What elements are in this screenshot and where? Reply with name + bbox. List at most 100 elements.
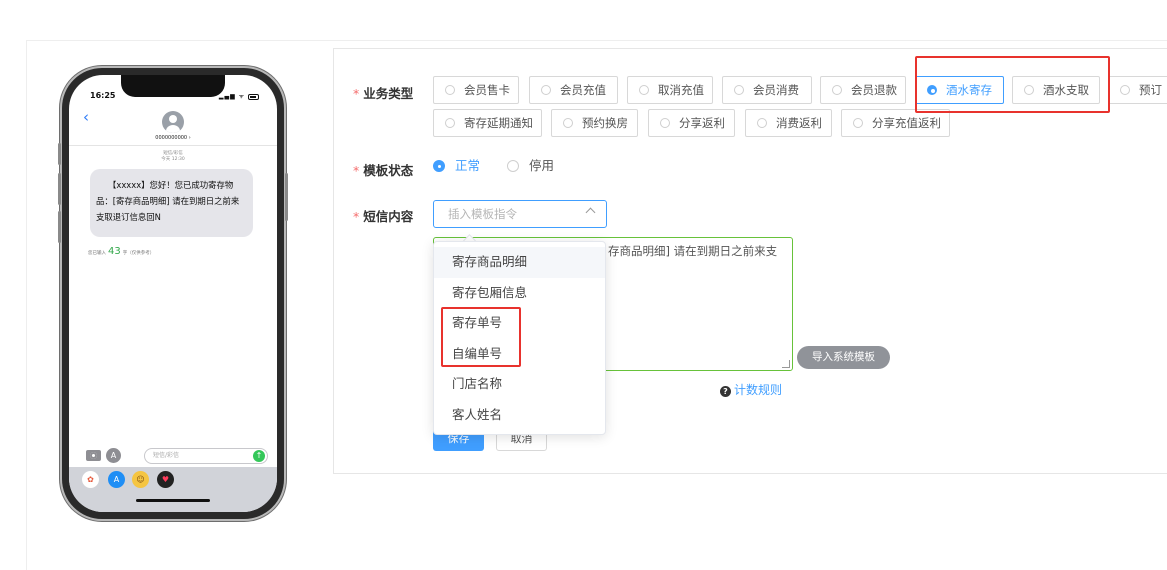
appstore-icon[interactable]: A: [106, 448, 121, 463]
signal-wifi-icon: ▂▄▆ ᯤ: [218, 93, 246, 100]
resize-grip-icon[interactable]: [782, 360, 790, 368]
radio-icon: [445, 118, 455, 128]
char-count-suffix: 字（仅供参考）: [122, 251, 155, 256]
status-radio-disabled[interactable]: 停用: [507, 158, 554, 174]
business-type-label: 会员退款: [851, 83, 897, 97]
imessage-placeholder: 短信/彩信: [153, 452, 180, 459]
business-type-label: 寄存延期通知: [464, 116, 533, 130]
camera-icon[interactable]: [86, 450, 101, 461]
business-type-option[interactable]: 会员退款: [820, 76, 906, 104]
heart-icon[interactable]: ♥: [157, 471, 174, 488]
business-type-option[interactable]: 消费返利: [745, 109, 832, 137]
sms-content-label-text: 短信内容: [363, 209, 414, 224]
char-count-value: 43: [108, 246, 121, 257]
message-bubble: 【xxxxx】您好！您已成功寄存物品：[寄存商品明细] 请在到期日之前来支取退订…: [90, 169, 253, 237]
radio-icon: [1120, 85, 1130, 95]
radio-icon: [853, 118, 863, 128]
appstore-icon[interactable]: A: [108, 471, 125, 488]
status-radio-normal[interactable]: 正常: [433, 158, 480, 174]
phone-notch: [121, 75, 225, 97]
contact-number[interactable]: 0000000000 ›: [69, 135, 277, 141]
home-indicator: [136, 499, 210, 502]
required-asterisk: *: [353, 209, 360, 224]
business-type-label: 消费返利: [776, 116, 822, 130]
status-label: 正常: [455, 158, 481, 173]
status-icons: ▂▄▆ ᯤ: [219, 92, 259, 100]
business-type-label: 会员消费: [753, 83, 799, 97]
business-type-label: 预订: [1139, 83, 1162, 97]
radio-icon: [734, 85, 744, 95]
app-dock: ✿ A ☺ ♥: [69, 467, 277, 512]
business-type-option[interactable]: 分享返利: [648, 109, 735, 137]
dropdown-option[interactable]: 自编单号: [434, 339, 605, 370]
business-type-option[interactable]: 会员充值: [529, 76, 618, 104]
business-type-option[interactable]: 分享充值返利: [841, 109, 950, 137]
template-command-select[interactable]: 插入模板指令: [433, 200, 607, 228]
photos-icon[interactable]: ✿: [82, 471, 99, 488]
business-type-option[interactable]: 会员售卡: [433, 76, 519, 104]
business-type-label: 会员售卡: [464, 83, 510, 97]
select-placeholder: 插入模板指令: [448, 207, 517, 221]
imessage-field[interactable]: 短信/彩信 ↑: [144, 448, 268, 464]
count-rule-link[interactable]: ? 计数规则: [720, 381, 782, 398]
header-divider: [69, 145, 277, 146]
char-count-prefix: 您已输入: [88, 251, 106, 256]
battery-icon: [248, 93, 259, 100]
template-status-label: * 模板状态: [353, 160, 413, 179]
back-chevron-icon[interactable]: ‹: [83, 110, 89, 125]
radio-icon: [660, 118, 670, 128]
message-time: 今天 12:30: [161, 157, 185, 162]
radio-icon: [639, 85, 649, 95]
contact-avatar: [162, 111, 184, 133]
status-time: 16:25: [90, 91, 116, 100]
business-type-option[interactable]: 会员消费: [722, 76, 812, 104]
business-type-label-text: 业务类型: [363, 86, 414, 101]
radio-icon: [757, 118, 767, 128]
radio-icon: [832, 85, 842, 95]
dropdown-option[interactable]: 寄存单号: [434, 308, 605, 339]
radio-icon: [541, 85, 551, 95]
count-rule-text: 计数规则: [734, 383, 783, 397]
radio-icon: [1024, 85, 1034, 95]
template-status-label-text: 模板状态: [363, 163, 414, 178]
sms-content-label: * 短信内容: [353, 206, 413, 225]
business-type-label: 分享充值返利: [872, 116, 941, 130]
status-label: 停用: [529, 158, 555, 173]
help-icon: ?: [720, 386, 731, 397]
dropdown-option[interactable]: 寄存商品明细: [434, 247, 605, 278]
import-system-template-button[interactable]: 导入系统模板: [797, 346, 890, 369]
phone-preview: 16:25 ▂▄▆ ᯤ ‹ 0000000000 › 短信/彩信 今天 12:3…: [58, 68, 288, 519]
radio-icon: [433, 160, 445, 172]
phone-side-button: [58, 173, 61, 205]
business-type-option[interactable]: 预约换房: [551, 109, 638, 137]
radio-icon: [445, 85, 455, 95]
business-type-option[interactable]: 酒水支取: [1012, 76, 1100, 104]
business-type-label: 会员充值: [560, 83, 606, 97]
dropdown-option[interactable]: 寄存包厢信息: [434, 278, 605, 309]
business-type-option[interactable]: 预订: [1108, 76, 1167, 104]
business-type-label: 预约换房: [582, 116, 628, 130]
dropdown-option[interactable]: 门店名称: [434, 369, 605, 400]
phone-side-button: [285, 173, 288, 221]
business-type-option[interactable]: 酒水寄存: [915, 76, 1004, 104]
send-icon[interactable]: ↑: [253, 450, 265, 462]
business-type-label: 酒水支取: [1043, 83, 1089, 97]
business-type-option[interactable]: 取消充值: [627, 76, 713, 104]
business-type-label: 酒水寄存: [946, 83, 992, 97]
required-asterisk: *: [353, 163, 360, 178]
radio-icon: [507, 160, 519, 172]
memoji-icon[interactable]: ☺: [132, 471, 149, 488]
page: 16:25 ▂▄▆ ᯤ ‹ 0000000000 › 短信/彩信 今天 12:3…: [0, 0, 1167, 570]
business-type-label: 分享返利: [679, 116, 725, 130]
radio-icon: [927, 85, 937, 95]
dropdown-option[interactable]: 客人姓名: [434, 400, 605, 431]
phone-side-button: [58, 211, 61, 243]
imessage-input-row: A 短信/彩信 ↑: [69, 445, 277, 467]
message-meta: 短信/彩信 今天 12:30: [69, 151, 277, 163]
phone-screen: 16:25 ▂▄▆ ᯤ ‹ 0000000000 › 短信/彩信 今天 12:3…: [69, 75, 277, 512]
required-asterisk: *: [353, 86, 360, 101]
radio-icon: [563, 118, 573, 128]
business-type-option[interactable]: 寄存延期通知: [433, 109, 542, 137]
char-count: 您已输入 43 字（仅供参考）: [88, 246, 154, 257]
chevron-up-icon: [585, 207, 596, 218]
